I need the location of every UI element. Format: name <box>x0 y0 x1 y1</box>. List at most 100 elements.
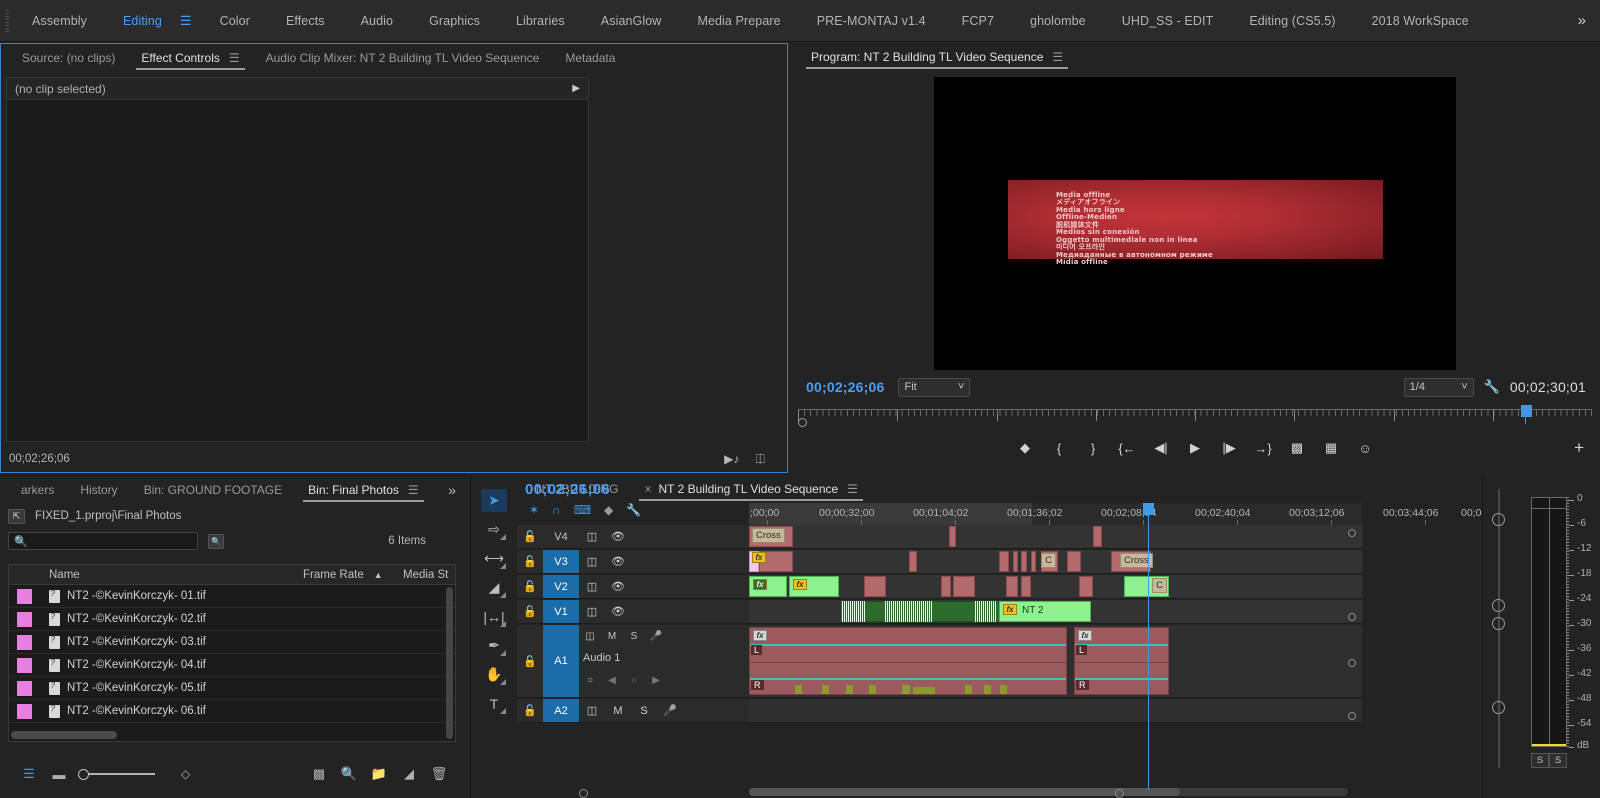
slip-tool[interactable]: |↔| <box>481 605 507 628</box>
table-row[interactable]: NT2 -©KevinKorczyk- 04.tif <box>9 654 455 677</box>
workspace-tab-2018-workspace[interactable]: 2018 WorkSpace <box>1354 0 1487 42</box>
track-header-v3[interactable]: 🔓 V3 ◫ 👁 <box>517 550 749 574</box>
track-name-a2[interactable]: A2 <box>543 699 579 722</box>
eye-icon[interactable]: 👁 <box>605 580 631 593</box>
panel-menu-icon[interactable]: ☰ <box>408 483 419 497</box>
zoom-handle-left[interactable] <box>579 789 588 798</box>
lock-icon[interactable]: 🔓 <box>517 704 543 717</box>
clip[interactable] <box>949 526 956 547</box>
mark-in-icon[interactable]: { <box>1042 435 1076 461</box>
step-back-icon[interactable]: ◀| <box>1144 435 1178 461</box>
navigate-up-icon[interactable]: ⇱ <box>8 508 25 524</box>
track-body-v4[interactable]: Cross <box>749 525 1362 549</box>
microphone-icon[interactable]: 🎤 <box>645 631 667 642</box>
label-swatch[interactable] <box>9 680 41 696</box>
lift-icon[interactable]: ▩ <box>1280 435 1314 461</box>
clip[interactable] <box>1093 526 1102 547</box>
fader-knob[interactable] <box>1492 701 1505 714</box>
target-track-icon[interactable]: ◫ <box>579 704 605 717</box>
clip[interactable] <box>1013 551 1018 572</box>
workspace-tab-graphics[interactable]: Graphics <box>411 0 498 42</box>
meter-faders[interactable] <box>1487 489 1511 768</box>
clip[interactable]: Cross <box>1111 551 1153 572</box>
automate-to-sequence-button[interactable]: ▩ <box>304 762 334 786</box>
fader-knob[interactable] <box>1492 617 1505 630</box>
find-button[interactable]: 🔍 <box>334 762 364 786</box>
tab-effect-controls[interactable]: Effect Controls ☰ <box>128 44 252 72</box>
track-header-a2[interactable]: 🔓 A2 ◫ M S 🎤 <box>517 699 749 723</box>
clip[interactable] <box>941 576 951 597</box>
track-name-v3[interactable]: V3 <box>543 550 579 573</box>
add-keyframe-icon[interactable]: ○ <box>623 675 645 686</box>
clip[interactable]: C <box>1041 551 1058 572</box>
playback-resolution-select[interactable]: 1/4 ˅ <box>1403 377 1474 397</box>
workspace-menu-icon[interactable]: ☰ <box>180 0 202 42</box>
work-area-bar[interactable] <box>749 503 1033 525</box>
step-forward-icon[interactable]: |▶ <box>1212 435 1246 461</box>
clip[interactable] <box>1021 576 1031 597</box>
tab-markers[interactable]: arkers <box>8 476 67 504</box>
tab-history[interactable]: History <box>67 476 130 504</box>
mute-button[interactable]: M <box>601 631 623 642</box>
pen-tool[interactable]: ✒ <box>481 634 507 657</box>
solo-button[interactable]: S <box>623 631 645 642</box>
panel-menu-icon[interactable]: ☰ <box>1052 50 1063 64</box>
track-name-v2[interactable]: V2 <box>543 575 579 598</box>
clip[interactable]: Cross <box>749 526 793 547</box>
clip[interactable] <box>1079 576 1093 597</box>
workspace-tab-gholombe[interactable]: gholombe <box>1012 0 1104 42</box>
zoom-handle-right[interactable] <box>1115 789 1124 798</box>
label-swatch[interactable] <box>9 634 41 650</box>
hand-tool[interactable]: ✋ <box>481 663 507 686</box>
clip[interactable] <box>1021 551 1027 572</box>
timeline-ruler[interactable]: ;00;00 00;00;32;00 00;01;04;02 00;01;36;… <box>749 503 1490 525</box>
program-current-timecode[interactable]: 00;02;26;06 <box>790 379 884 395</box>
label-swatch[interactable] <box>9 703 41 719</box>
track-body-v2[interactable]: fx fx C <box>749 575 1362 599</box>
table-row[interactable]: NT2 -©KevinKorczyk- 01.tif <box>9 585 455 608</box>
lock-icon[interactable]: 🔓 <box>517 605 543 618</box>
add-marker-icon[interactable]: ◆ <box>1008 435 1042 461</box>
audio-clip[interactable]: fx L R <box>749 627 1067 695</box>
target-track-icon[interactable]: ◫ <box>579 580 605 593</box>
solo-button-left[interactable]: S <box>1531 753 1549 768</box>
go-to-out-icon[interactable]: →} <box>1246 435 1280 461</box>
tab-audio-clip-mixer[interactable]: Audio Clip Mixer: NT 2 Building TL Video… <box>253 44 553 72</box>
label-swatch[interactable] <box>9 657 41 673</box>
workspace-tab-effects[interactable]: Effects <box>268 0 343 42</box>
clip[interactable] <box>953 576 975 597</box>
table-row[interactable]: NT2 -©KevinKorczyk- 03.tif <box>9 631 455 654</box>
workspace-tab-media-prepare[interactable]: Media Prepare <box>679 0 798 42</box>
delete-button[interactable]: 🗑 <box>424 762 454 786</box>
target-track-icon[interactable]: ◫ <box>579 555 605 568</box>
workspace-tab-asianglow[interactable]: AsianGlow <box>583 0 680 42</box>
no-clip-selected-row[interactable]: (no clip selected) ▶ <box>7 78 588 100</box>
effect-controls-timecode[interactable]: 00;02;26;06 <box>1 453 70 465</box>
tab-metadata[interactable]: Metadata <box>552 44 628 72</box>
track-name-a1[interactable]: A1 <box>543 625 579 697</box>
lock-icon[interactable]: 🔓 <box>517 555 543 568</box>
zoom-slider-knob[interactable] <box>78 768 89 780</box>
column-header-name[interactable]: Name <box>41 565 295 584</box>
clip[interactable] <box>1031 551 1036 572</box>
prev-keyframe-icon[interactable]: ◀ <box>601 675 623 686</box>
program-playhead[interactable] <box>1520 405 1532 417</box>
button-editor-plus-icon[interactable]: + <box>1574 433 1584 463</box>
mute-button[interactable]: M <box>605 705 631 717</box>
track-body-a2[interactable] <box>749 699 1362 723</box>
next-keyframe-icon[interactable]: ▶ <box>645 675 667 686</box>
clip[interactable]: fx <box>749 576 787 597</box>
go-to-in-icon[interactable]: {← <box>1110 435 1144 461</box>
search-input[interactable]: 🔍 <box>8 532 198 550</box>
microphone-icon[interactable]: 🎤 <box>657 704 683 717</box>
workspace-tab-uhd-ss-edit[interactable]: UHD_SS - EDIT <box>1104 0 1232 42</box>
workspace-tab-libraries[interactable]: Libraries <box>498 0 583 42</box>
bin-overflow-icon[interactable]: » <box>448 482 468 498</box>
keyframe-icon[interactable]: ○ <box>579 675 601 686</box>
column-header-media-start[interactable]: Media St <box>395 565 455 584</box>
table-row[interactable]: NT2 -©KevinKorczyk- 06.tif <box>9 700 455 723</box>
list-view-button[interactable]: ☰ <box>14 762 44 786</box>
solo-button[interactable]: S <box>631 705 657 717</box>
workspace-tab-editing[interactable]: Editing <box>105 0 180 42</box>
table-row[interactable]: NT2 -©KevinKorczyk- 02.tif <box>9 608 455 631</box>
